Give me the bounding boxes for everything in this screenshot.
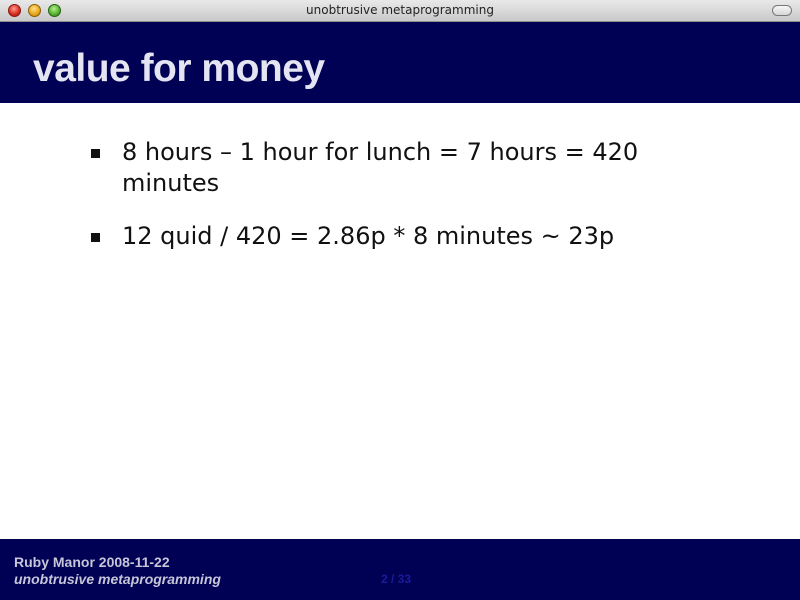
slide-content: 8 hours – 1 hour for lunch = 7 hours = 4… bbox=[90, 137, 650, 274]
footer-event: Ruby Manor 2008-11-22 bbox=[14, 554, 170, 570]
page-counter: 2 / 33 bbox=[381, 572, 412, 586]
window-titlebar: unobtrusive metaprogramming bbox=[0, 0, 800, 22]
square-bullet-icon bbox=[91, 149, 100, 158]
bullet-list: 8 hours – 1 hour for lunch = 7 hours = 4… bbox=[90, 137, 650, 252]
slide-footer: Ruby Manor 2008-11-22 unobtrusive metapr… bbox=[0, 539, 800, 600]
bullet-item: 12 quid / 420 = 2.86p * 8 minutes ~ 23p bbox=[90, 221, 650, 252]
bullet-text: 8 hours – 1 hour for lunch = 7 hours = 4… bbox=[122, 138, 639, 197]
bullet-text: 12 quid / 420 = 2.86p * 8 minutes ~ 23p bbox=[122, 222, 615, 250]
slide-header: value for money bbox=[0, 22, 800, 103]
slide-title: value for money bbox=[33, 47, 325, 90]
window-title: unobtrusive metaprogramming bbox=[306, 3, 494, 17]
footer-talk-title: unobtrusive metaprogramming bbox=[14, 571, 221, 587]
bullet-item: 8 hours – 1 hour for lunch = 7 hours = 4… bbox=[90, 137, 650, 199]
toolbar-toggle-icon[interactable] bbox=[772, 5, 792, 16]
square-bullet-icon bbox=[91, 233, 100, 242]
